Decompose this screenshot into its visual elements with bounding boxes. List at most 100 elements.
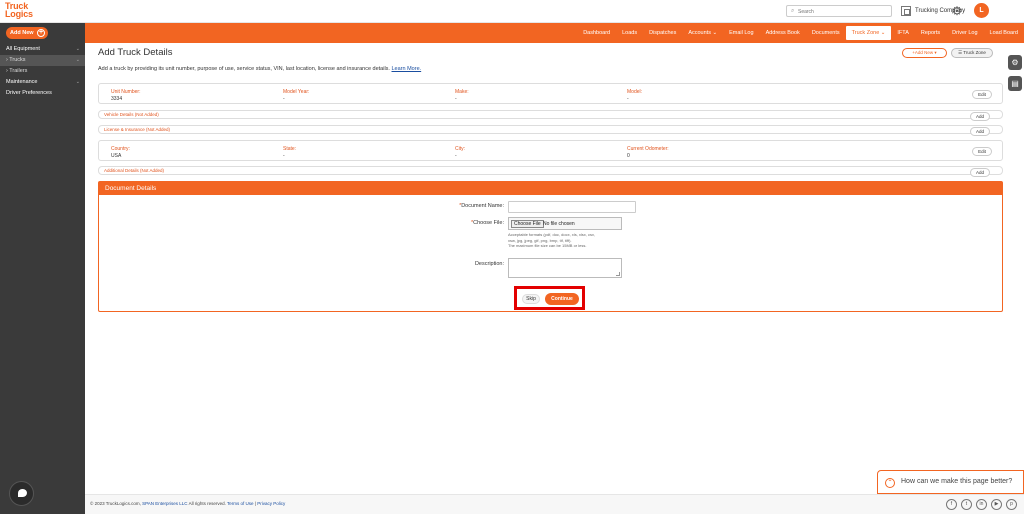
add-vehicle-details-button[interactable]: Add bbox=[970, 112, 990, 121]
user-avatar[interactable]: L bbox=[974, 3, 989, 18]
city-label: City: bbox=[455, 146, 465, 152]
top-bar: Truck Logics ⌕ Trucking Company ⚙ L bbox=[0, 0, 1024, 23]
add-new-button[interactable]: Add New + bbox=[6, 27, 48, 39]
sidebar-item-trailers[interactable]: › Trailers bbox=[0, 66, 85, 77]
add-new-label: Add New bbox=[10, 30, 34, 36]
notes-icon[interactable]: ▤ bbox=[1008, 76, 1022, 91]
country-label: Country: bbox=[111, 146, 130, 152]
state-label: State: bbox=[283, 146, 297, 152]
main-content: Add Truck Details +Add New ▾ ☰ Truck Zon… bbox=[85, 43, 1024, 494]
nav-links: Dashboard Loads Dispatches Accounts ⌄ Email … bbox=[577, 23, 1024, 43]
nav-link-accounts[interactable]: Accounts ⌄ bbox=[682, 23, 723, 43]
nav-link-reports[interactable]: Reports bbox=[915, 23, 946, 43]
country-value: USA bbox=[111, 153, 122, 159]
privacy-link[interactable]: Privacy Policy bbox=[257, 501, 285, 506]
nav-link-ifta[interactable]: IFTA bbox=[891, 23, 915, 43]
edit-button[interactable]: Edit bbox=[972, 147, 992, 156]
youtube-icon[interactable]: ▶ bbox=[991, 499, 1002, 510]
logo-line2: Logics bbox=[5, 9, 33, 19]
unit-number-value: 3334 bbox=[111, 96, 123, 102]
feedback-widget[interactable]: ⌃ How can we make this page better? bbox=[877, 470, 1024, 494]
sidebar-item-trucks[interactable]: › Trucks ⌄ bbox=[0, 55, 85, 66]
nav-link-truck-zone[interactable]: Truck Zone ⌄ bbox=[845, 26, 892, 40]
model-year-value: - bbox=[283, 96, 285, 102]
file-status: No file chosen bbox=[543, 221, 575, 227]
chevron-up-icon: ⌃ bbox=[885, 478, 895, 488]
sidebar-item-all-equipment[interactable]: All Equipment ⌄ bbox=[0, 44, 85, 55]
document-details-header: Document Details bbox=[99, 182, 1002, 195]
twitter-icon[interactable]: t bbox=[961, 499, 972, 510]
vehicle-details-label: Vehicle Details (Not Added) bbox=[104, 112, 159, 117]
truck-zone-button[interactable]: ☰ Truck Zone bbox=[951, 48, 993, 58]
search-icon: ⌕ bbox=[791, 8, 795, 14]
make-value: - bbox=[455, 96, 457, 102]
facebook-icon[interactable]: f bbox=[946, 499, 957, 510]
linkedin-icon[interactable]: in bbox=[976, 499, 987, 510]
document-name-label: *Document Name: bbox=[459, 203, 504, 209]
company-link[interactable]: SPAN Enterprises LLC bbox=[142, 501, 187, 506]
pinterest-icon[interactable]: p bbox=[1006, 499, 1017, 510]
model-value: - bbox=[627, 96, 629, 102]
sidebar-item-maintenance[interactable]: Maintenance ⌄ bbox=[0, 77, 85, 88]
search-box[interactable]: ⌕ bbox=[786, 5, 892, 17]
plus-icon: + bbox=[37, 29, 45, 37]
footer: © 2023 TruckLogics.com, SPAN Enterprises… bbox=[85, 494, 1024, 514]
add-license-insurance-button[interactable]: Add bbox=[970, 127, 990, 136]
file-chooser[interactable]: Choose File No file chosen bbox=[508, 217, 622, 230]
nav-link-driver-log[interactable]: Driver Log bbox=[946, 23, 983, 43]
building-icon bbox=[901, 6, 911, 16]
nav-link-email-log[interactable]: Email Log bbox=[723, 23, 759, 43]
file-format-help: Acceptable formats (pdf, doc, docx, xls,… bbox=[508, 232, 595, 248]
sidebar-item-driver-preferences[interactable]: Driver Preferences bbox=[0, 88, 85, 99]
additional-details-section[interactable]: Additional Details (Not Added) bbox=[98, 166, 1003, 175]
skip-button[interactable]: Skip bbox=[522, 294, 540, 304]
truck-summary-card: Unit Number: 3334 Model Year: - Make: - Mod… bbox=[98, 83, 1003, 104]
sidebar-nav: All Equipment ⌄ › Trucks ⌄ › Trailers Ma… bbox=[0, 44, 85, 99]
chevron-down-icon: ⌄ bbox=[75, 79, 80, 85]
odometer-value: 0 bbox=[627, 153, 630, 159]
chevron-down-icon: ⌄ bbox=[75, 46, 80, 52]
license-insurance-section[interactable]: License & Insurance (Not Added) bbox=[98, 125, 1003, 134]
sidebar-item-label: › Trucks bbox=[6, 57, 26, 63]
page-description: Add a truck by providing its unit number… bbox=[98, 66, 422, 72]
description-textarea[interactable] bbox=[508, 258, 622, 278]
sidebar-item-label: Maintenance bbox=[6, 79, 38, 85]
sidebar-item-label: Driver Preferences bbox=[6, 90, 52, 96]
vehicle-details-section[interactable]: Vehicle Details (Not Added) bbox=[98, 110, 1003, 119]
sidebar-item-label: All Equipment bbox=[6, 46, 40, 52]
social-links: f t in ▶ p bbox=[946, 499, 1017, 510]
learn-more-link[interactable]: Learn More. bbox=[392, 66, 422, 72]
state-value: - bbox=[283, 153, 285, 159]
terms-link[interactable]: Terms of Use bbox=[227, 501, 254, 506]
add-new-dropdown-button[interactable]: +Add New ▾ bbox=[902, 48, 947, 58]
settings-icon[interactable]: ⚙ bbox=[1008, 55, 1022, 70]
nav-link-documents[interactable]: Documents bbox=[806, 23, 846, 43]
search-input[interactable] bbox=[798, 7, 888, 16]
continue-button[interactable]: Continue bbox=[545, 293, 579, 305]
nav-link-address-book[interactable]: Address Book bbox=[760, 23, 806, 43]
nav-link-load-board[interactable]: Load Board bbox=[984, 23, 1024, 43]
document-name-input[interactable] bbox=[508, 201, 636, 213]
make-label: Make: bbox=[455, 89, 469, 95]
nav-link-dashboard[interactable]: Dashboard bbox=[577, 23, 616, 43]
chevron-down-icon: ⌄ bbox=[75, 57, 80, 63]
additional-details-label: Additional Details (Not Added) bbox=[104, 168, 165, 173]
location-summary-card: Country: USA State: - City: - Current Odome… bbox=[98, 140, 1003, 161]
chat-bubble-icon[interactable] bbox=[9, 481, 34, 506]
nav-link-dispatches[interactable]: Dispatches bbox=[643, 23, 682, 43]
edit-button[interactable]: Edit bbox=[972, 90, 992, 99]
model-year-label: Model Year: bbox=[283, 89, 310, 95]
unit-number-label: Unit Number: bbox=[111, 89, 141, 95]
main-nav: Dashboard Loads Dispatches Accounts ⌄ Email … bbox=[85, 23, 1024, 43]
trucklogics-logo[interactable]: Truck Logics bbox=[5, 2, 49, 21]
page-title: Add Truck Details bbox=[98, 47, 173, 58]
choose-file-button[interactable]: Choose File bbox=[511, 220, 544, 228]
nav-link-loads[interactable]: Loads bbox=[616, 23, 643, 43]
add-additional-details-button[interactable]: Add bbox=[970, 168, 990, 177]
license-insurance-label: License & Insurance (Not Added) bbox=[104, 127, 171, 132]
resize-handle-icon[interactable] bbox=[616, 272, 620, 276]
sidebar-item-label: › Trailers bbox=[6, 68, 28, 74]
choose-file-label: *Choose File: bbox=[470, 220, 504, 226]
settings-gear-icon[interactable]: ⚙ bbox=[950, 4, 964, 18]
right-floating-tools: ⚙ ▤ bbox=[1008, 55, 1024, 97]
